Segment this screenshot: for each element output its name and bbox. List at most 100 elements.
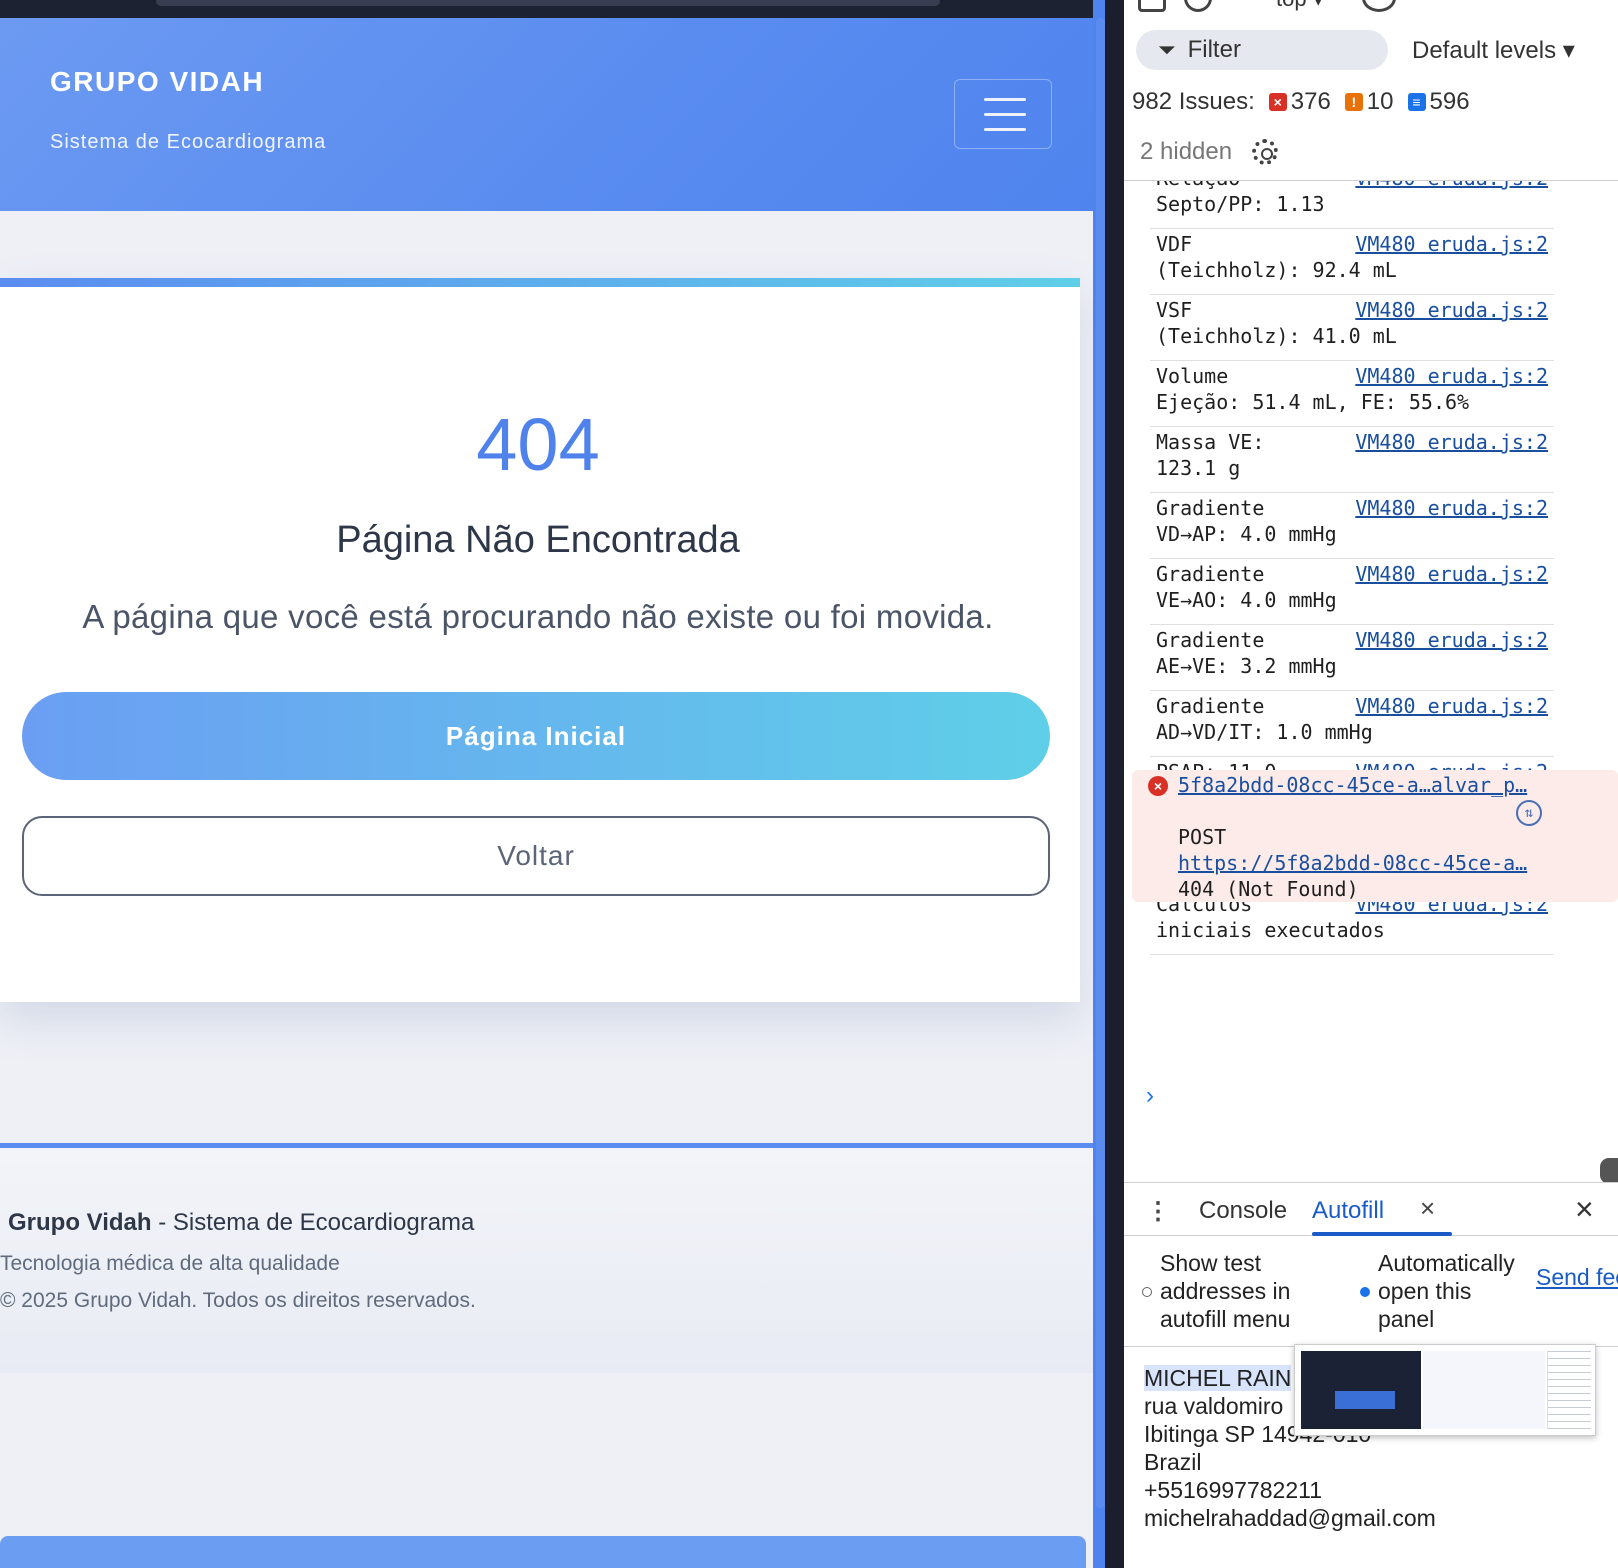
autofill-options: Show test addresses in autofill menu Aut…: [1124, 1237, 1618, 1347]
console-log-row: Gradiente VD→AP: 4.0 mmHg VM480 eruda.js:…: [1150, 495, 1554, 559]
card-accent-bar: [0, 278, 1080, 287]
footer-tagline: Tecnologia médica de alta qualidade: [0, 1252, 340, 1275]
console-log-source-link[interactable]: VM480 eruda.js:2: [1355, 181, 1548, 191]
show-test-addresses-label: Show test addresses in autofill menu: [1160, 1250, 1291, 1332]
hidden-messages: 2 hidden: [1140, 138, 1279, 166]
auto-open-panel-label: Automatically open this panel: [1378, 1250, 1515, 1332]
error-source-link[interactable]: 5f8a2bdd-08cc-45ce-a…alvar_p…: [1178, 772, 1527, 798]
thumbnail-side-region: [1547, 1351, 1591, 1429]
issues-bar[interactable]: 982 Issues: × 376 ! 10 ≡ 596: [1132, 88, 1470, 116]
log-levels-dropdown[interactable]: Default levels ▾: [1412, 36, 1575, 65]
warning-icon: !: [1344, 93, 1363, 111]
issues-info-count: 596: [1429, 88, 1470, 115]
hidden-label: 2 hidden: [1140, 138, 1233, 165]
clear-console-icon[interactable]: [1184, 0, 1212, 12]
console-log-row: Gradiente VE→AO: 4.0 mmHg VM480 eruda.js:…: [1150, 561, 1554, 625]
close-drawer-icon[interactable]: ×: [1575, 1191, 1594, 1228]
footer-copyright: © 2025 Grupo Vidah. Todos os direitos re…: [0, 1289, 476, 1312]
browser-top-strip: [0, 0, 1093, 18]
address-bar[interactable]: [156, 0, 940, 6]
console-log-message: Gradiente AD→VD/IT: 1.0 mmHg: [1156, 694, 1373, 744]
issues-label: 982 Issues:: [1132, 88, 1255, 115]
filter-placeholder: Filter: [1187, 36, 1241, 63]
address-phone: +5516997782211: [1144, 1477, 1323, 1503]
panel-divider[interactable]: [1105, 0, 1124, 1568]
back-button[interactable]: Voltar: [22, 816, 1050, 896]
drawer-tabbar: ⋮ Console Autofill × ×: [1124, 1182, 1618, 1236]
eye-icon[interactable]: [1362, 0, 1396, 12]
menu-toggle-button[interactable]: [954, 79, 1052, 149]
issues-warnings-count: 10: [1366, 88, 1394, 115]
console-log-row: Gradiente AE→VE: 3.2 mmHg VM480 eruda.js:…: [1150, 627, 1554, 691]
console-log-source-link[interactable]: VM480 eruda.js:2: [1355, 693, 1548, 719]
console-log-row: Volume Ejeção: 51.4 mL, FE: 55.6% VM480 e…: [1150, 363, 1554, 427]
issues-info-badge[interactable]: ≡ 596: [1407, 88, 1470, 116]
brand-subtitle: Sistema de Ecocardiograma: [50, 131, 327, 153]
bottom-bar: [0, 1536, 1086, 1568]
hamburger-icon: [984, 128, 1026, 131]
auto-open-panel-checkbox[interactable]: [1360, 1287, 1370, 1297]
console-log-source-link[interactable]: VM480 eruda.js:2: [1355, 297, 1548, 323]
console-log-source-link[interactable]: VM480 eruda.js:2: [1355, 363, 1548, 389]
devtools-panel: top ▾ ⏷ Filter Default levels ▾ 982 Issue…: [1124, 0, 1618, 1568]
error-message: A página que você está procurando não ex…: [82, 598, 994, 635]
footer-company: Grupo Vidah: [8, 1209, 152, 1236]
console-log-row: Gradiente AD→VD/IT: 1.0 mmHg VM480 eruda.…: [1150, 693, 1554, 757]
console-log-source-link[interactable]: VM480 eruda.js:2: [1355, 429, 1548, 455]
show-test-addresses-checkbox[interactable]: [1142, 1287, 1152, 1297]
address-country: Brazil: [1144, 1449, 1202, 1475]
page-scrollbar[interactable]: [1093, 0, 1105, 1568]
thumbnail-light-region: [1423, 1351, 1545, 1429]
console-log-row: Relação Septo/PP: 1.13 VM480 eruda.js:2: [1150, 181, 1554, 229]
filter-input[interactable]: ⏷ Filter: [1136, 30, 1388, 70]
thumbnail-highlight: [1335, 1391, 1395, 1409]
console-log-row: VDF (Teichholz): 92.4 mL VM480 eruda.js:2: [1150, 231, 1554, 295]
issues-warnings-badge[interactable]: ! 10: [1344, 88, 1394, 116]
filter-icon: ⏷: [1158, 37, 1176, 62]
console-log-source-link[interactable]: VM480 eruda.js:2: [1355, 231, 1548, 257]
more-tabs-icon[interactable]: ⋮: [1146, 1197, 1170, 1226]
console-log-row: VSF (Teichholz): 41.0 mL VM480 eruda.js:2: [1150, 297, 1554, 361]
console-log-source-link[interactable]: VM480 eruda.js:2: [1355, 627, 1548, 653]
active-tab-indicator: [1312, 1232, 1452, 1236]
footer-company-line: Grupo Vidah - Sistema de Ecocardiograma: [8, 1209, 474, 1237]
footer-company-suffix: - Sistema de Ecocardiograma: [151, 1209, 475, 1236]
web-page: GRUPO VIDAH Sistema de Ecocardiograma 40…: [0, 0, 1093, 1568]
error-url-link[interactable]: https://5f8a2bdd-08cc-45ce-a…: [1178, 850, 1527, 876]
home-button[interactable]: Página Inicial: [22, 692, 1050, 780]
navbar: GRUPO VIDAH Sistema de Ecocardiograma: [0, 18, 1093, 211]
tab-console[interactable]: Console: [1199, 1197, 1287, 1225]
error-title: Página Não Encontrada: [336, 519, 740, 561]
network-request-icon[interactable]: ⇅: [1516, 800, 1542, 826]
info-icon: ≡: [1407, 93, 1426, 111]
console-log-source-link[interactable]: VM480 eruda.js:2: [1355, 495, 1548, 521]
console-log-message: Gradiente VE→AO: 4.0 mmHg: [1156, 562, 1337, 612]
devtools-toolbar: top ▾: [1124, 0, 1618, 14]
tab-autofill[interactable]: Autofill: [1312, 1197, 1384, 1225]
context-selector[interactable]: top ▾: [1276, 0, 1324, 12]
error-method: POST: [1178, 825, 1227, 849]
error-circle-icon: ×: [1148, 776, 1168, 796]
console-log-message: Relação Septo/PP: 1.13: [1156, 181, 1325, 216]
console-scrollbar-thumb[interactable]: [1600, 1158, 1618, 1184]
brand-title[interactable]: GRUPO VIDAH: [50, 66, 264, 98]
send-feedback-link[interactable]: Send feedba: [1536, 1263, 1618, 1291]
console-log-message: Gradiente AE→VE: 3.2 mmHg: [1156, 628, 1337, 678]
console-log-message: Gradiente VD→AP: 4.0 mmHg: [1156, 496, 1337, 546]
error-code: 404: [476, 403, 600, 486]
hamburger-icon: [984, 98, 1026, 101]
settings-gear-icon[interactable]: [1252, 139, 1279, 165]
issues-errors-count: 376: [1290, 88, 1331, 115]
close-tab-icon[interactable]: ×: [1420, 1193, 1435, 1224]
issues-errors-badge[interactable]: × 376: [1268, 88, 1331, 116]
console-log: Relação Septo/PP: 1.13VM480 eruda.js:2VD…: [1124, 181, 1618, 1181]
console-log-message: Massa VE: 123.1 g: [1156, 430, 1265, 480]
console-log-source-link[interactable]: VM480 eruda.js:2: [1355, 561, 1548, 587]
screenshot-thumbnail[interactable]: [1294, 1344, 1596, 1436]
console-prompt[interactable]: ›: [1146, 1082, 1154, 1110]
console-error-entry: × 5f8a2bdd-08cc-45ce-a…alvar_p… ⇅ POST h…: [1132, 770, 1618, 902]
sidebar-icon[interactable]: [1138, 0, 1166, 12]
thumbnail-dark-region: [1301, 1351, 1421, 1429]
page-scrollbar-thumb[interactable]: [1096, 18, 1105, 1508]
console-log-row: Massa VE: 123.1 g VM480 eruda.js:2: [1150, 429, 1554, 493]
